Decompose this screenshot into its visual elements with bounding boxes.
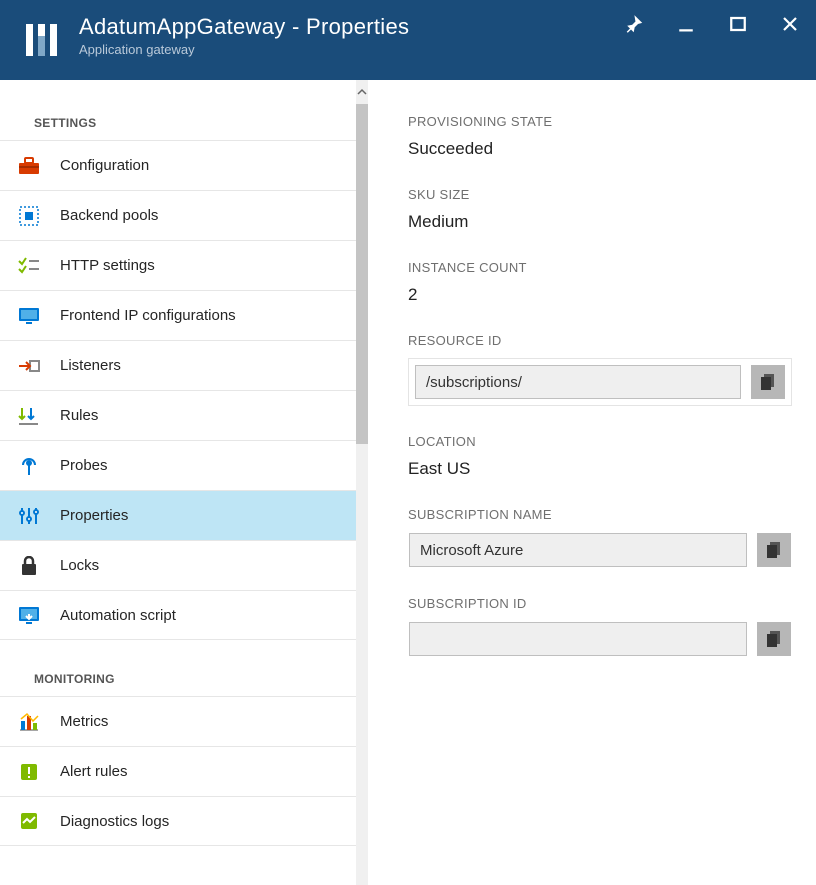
resource-id-input[interactable]: /subscriptions/ — [415, 365, 741, 399]
field-sku-size: SKU SIZE Medium — [408, 187, 792, 232]
sidebar-item-label: Metrics — [60, 713, 108, 730]
toolbox-icon — [16, 153, 42, 179]
sidebar-item-label: Listeners — [60, 357, 121, 374]
settings-sidebar: SETTINGS Configuration Backend pools HTT… — [0, 80, 356, 885]
sidebar-item-label: Backend pools — [60, 207, 158, 224]
monitor-icon — [16, 303, 42, 329]
copy-button[interactable] — [757, 533, 791, 567]
section-settings: SETTINGS — [0, 104, 356, 140]
sidebar-item-label: HTTP settings — [60, 257, 155, 274]
copy-button[interactable] — [751, 365, 785, 399]
field-value: Medium — [408, 212, 792, 232]
copy-button[interactable] — [757, 622, 791, 656]
field-value: East US — [408, 459, 792, 479]
sidebar-item-automation-script[interactable]: Automation script — [0, 590, 356, 640]
sidebar-item-backend-pools[interactable]: Backend pools — [0, 190, 356, 240]
sidebar-item-label: Rules — [60, 407, 98, 424]
sidebar-item-label: Configuration — [60, 157, 149, 174]
blade-header: AdatumAppGateway - Properties Applicatio… — [0, 0, 816, 80]
sidebar-item-properties[interactable]: Properties — [0, 490, 356, 540]
subscription-id-input[interactable] — [409, 622, 747, 656]
sidebar-item-label: Alert rules — [60, 763, 128, 780]
close-icon[interactable] — [776, 10, 804, 38]
rules-icon — [16, 403, 42, 429]
field-resource-id: RESOURCE ID /subscriptions/ — [408, 333, 792, 406]
sidebar-scrollbar[interactable] — [356, 80, 368, 885]
sidebar-item-label: Locks — [60, 557, 99, 574]
field-value: Succeeded — [408, 139, 792, 159]
field-label: SUBSCRIPTION ID — [408, 596, 792, 611]
lock-icon — [16, 553, 42, 579]
checklist-icon — [16, 253, 42, 279]
sidebar-item-metrics[interactable]: Metrics — [0, 696, 356, 746]
field-label: INSTANCE COUNT — [408, 260, 792, 275]
blade-subtitle: Application gateway — [79, 42, 409, 57]
field-label: PROVISIONING STATE — [408, 114, 792, 129]
metrics-icon — [16, 709, 42, 735]
field-subscription-name: SUBSCRIPTION NAME Microsoft Azure — [408, 507, 792, 568]
properties-panel: PROVISIONING STATE Succeeded SKU SIZE Me… — [368, 80, 816, 885]
alert-icon — [16, 759, 42, 785]
sidebar-item-label: Probes — [60, 457, 108, 474]
maximize-icon[interactable] — [724, 10, 752, 38]
appgateway-icon — [14, 12, 69, 67]
field-location: LOCATION East US — [408, 434, 792, 479]
sidebar-item-label: Properties — [60, 507, 128, 524]
section-monitoring: MONITORING — [0, 660, 356, 696]
field-label: RESOURCE ID — [408, 333, 792, 348]
sidebar-item-locks[interactable]: Locks — [0, 540, 356, 590]
sidebar-item-rules[interactable]: Rules — [0, 390, 356, 440]
field-provisioning-state: PROVISIONING STATE Succeeded — [408, 114, 792, 159]
subscription-name-input[interactable]: Microsoft Azure — [409, 533, 747, 567]
minimize-icon[interactable] — [672, 10, 700, 38]
field-label: LOCATION — [408, 434, 792, 449]
sidebar-item-label: Diagnostics logs — [60, 813, 169, 830]
field-value: 2 — [408, 285, 792, 305]
sidebar-item-label: Frontend IP configurations — [60, 307, 236, 324]
probe-icon — [16, 453, 42, 479]
field-instance-count: INSTANCE COUNT 2 — [408, 260, 792, 305]
properties-icon — [16, 503, 42, 529]
sidebar-item-alert-rules[interactable]: Alert rules — [0, 746, 356, 796]
pool-icon — [16, 203, 42, 229]
sidebar-item-configuration[interactable]: Configuration — [0, 140, 356, 190]
blade-title: AdatumAppGateway - Properties — [79, 14, 409, 40]
scroll-thumb[interactable] — [356, 104, 368, 444]
header-title-block: AdatumAppGateway - Properties Applicatio… — [79, 10, 409, 57]
pin-icon[interactable] — [620, 10, 648, 38]
sidebar-item-listeners[interactable]: Listeners — [0, 340, 356, 390]
script-icon — [16, 602, 42, 628]
scroll-up-icon[interactable] — [356, 80, 368, 104]
sidebar-item-label: Automation script — [60, 607, 176, 624]
listener-icon — [16, 353, 42, 379]
header-actions — [620, 10, 804, 38]
field-subscription-id: SUBSCRIPTION ID — [408, 596, 792, 657]
sidebar-item-http-settings[interactable]: HTTP settings — [0, 240, 356, 290]
field-label: SKU SIZE — [408, 187, 792, 202]
field-label: SUBSCRIPTION NAME — [408, 507, 792, 522]
diagnostics-icon — [16, 808, 42, 834]
sidebar-item-probes[interactable]: Probes — [0, 440, 356, 490]
sidebar-item-diagnostics-logs[interactable]: Diagnostics logs — [0, 796, 356, 846]
sidebar-item-frontend-ip[interactable]: Frontend IP configurations — [0, 290, 356, 340]
